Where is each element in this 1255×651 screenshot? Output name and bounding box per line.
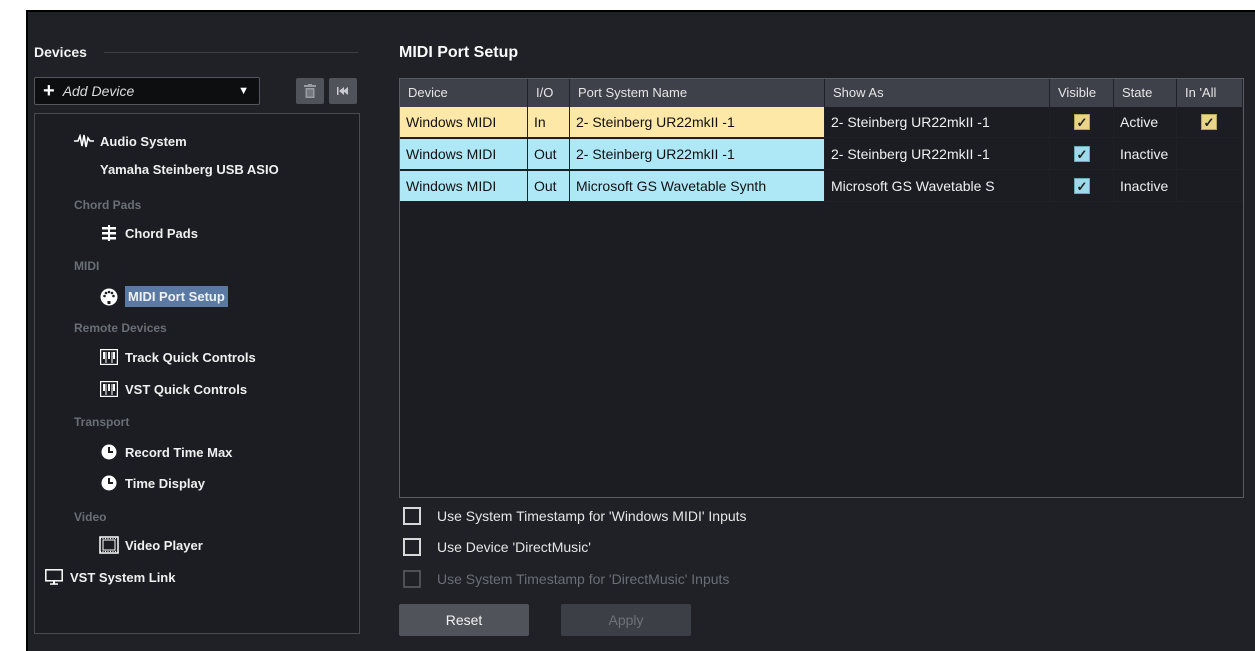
tree-item-label: Record Time Max xyxy=(125,444,233,460)
column-header[interactable]: Device xyxy=(400,79,528,107)
midi-port-setup-title: MIDI Port Setup xyxy=(399,44,519,61)
dropdown-arrow-icon: ▼ xyxy=(238,85,249,97)
column-header[interactable]: Show As xyxy=(825,79,1050,107)
devices-title: Devices xyxy=(34,44,87,60)
cell-state: Inactive xyxy=(1114,139,1177,170)
option-label: Use System Timestamp for 'DirectMusic' I… xyxy=(437,571,730,587)
tree-item[interactable]: Yamaha Steinberg USB ASIO xyxy=(100,162,279,177)
tree-category: Video xyxy=(74,510,107,524)
cell-port: Microsoft GS Wavetable Synth xyxy=(570,171,825,202)
cell-device: Windows MIDI xyxy=(400,171,528,202)
tree-item[interactable]: Record Time Max xyxy=(99,443,232,461)
midi-plug-icon xyxy=(99,288,119,306)
tree-item-label: Time Display xyxy=(125,475,205,491)
plus-icon: + xyxy=(43,80,55,102)
monitor-icon xyxy=(44,568,64,586)
film-icon xyxy=(99,536,119,554)
option-label: Use Device 'DirectMusic' xyxy=(437,539,591,555)
column-header[interactable]: Port System Name xyxy=(570,79,825,107)
column-header[interactable]: State xyxy=(1114,79,1177,107)
table-row[interactable]: Windows MIDI Out Microsoft GS Wavetable Sy… xyxy=(400,171,1243,203)
audio-wave-icon xyxy=(74,132,94,150)
column-header[interactable]: I/O xyxy=(528,79,570,107)
tree-item-label: Audio System xyxy=(100,133,187,149)
tree-item-label: VST Quick Controls xyxy=(125,381,248,397)
device-tree xyxy=(34,113,360,634)
keyboard-icon xyxy=(99,380,119,398)
visible-checkbox[interactable]: ✓ xyxy=(1074,178,1090,194)
tree-item[interactable]: Track Quick Controls xyxy=(99,348,256,366)
cell-port: 2- Steinberg UR22mkII -1 xyxy=(570,139,825,170)
column-header[interactable]: Visible xyxy=(1050,79,1114,107)
cell-visible: ✓ xyxy=(1050,107,1114,138)
in-all-midi-checkbox[interactable]: ✓ xyxy=(1201,114,1217,130)
trash-icon xyxy=(304,84,316,98)
tree-category: Chord Pads xyxy=(74,198,142,212)
tree-item-label: Chord Pads xyxy=(125,225,198,241)
table-header: Device I/O Port System Name Show As Visible S… xyxy=(400,79,1243,128)
cell-show-as[interactable]: 2- Steinberg UR22mkII -1 xyxy=(825,139,1050,170)
tree-item-label: Track Quick Controls xyxy=(125,349,256,365)
cell-state: Inactive xyxy=(1114,171,1177,202)
skip-back-icon xyxy=(337,87,348,95)
option-checkbox-row: Use System Timestamp for 'DirectMusic' I… xyxy=(403,570,729,588)
visible-checkbox[interactable]: ✓ xyxy=(1074,146,1090,162)
delete-device-button[interactable] xyxy=(296,78,324,104)
tree-item[interactable]: Video Player xyxy=(99,536,203,554)
option-label: Use System Timestamp for 'Windows MIDI' … xyxy=(437,508,747,524)
add-device-dropdown[interactable]: + Add Device ▼ xyxy=(34,77,260,105)
reset-device-button[interactable] xyxy=(329,78,357,104)
clock-icon xyxy=(99,474,119,492)
chord-pads-icon xyxy=(99,224,119,242)
cell-show-as[interactable]: Microsoft GS Wavetable S xyxy=(825,171,1050,202)
cell-in-all-midi xyxy=(1177,171,1243,202)
cell-io: Out xyxy=(528,171,570,202)
option-checkbox-row[interactable]: Use System Timestamp for 'Windows MIDI' … xyxy=(403,507,747,525)
devices-divider xyxy=(104,52,358,53)
tree-item[interactable]: Audio System xyxy=(74,132,187,150)
tree-item[interactable]: Chord Pads xyxy=(99,224,198,242)
cell-visible: ✓ xyxy=(1050,139,1114,170)
cell-io: In xyxy=(528,107,570,138)
table-row[interactable]: Windows MIDI Out 2- Steinberg UR22mkII -1 2… xyxy=(400,139,1243,171)
cell-visible: ✓ xyxy=(1050,171,1114,202)
column-header[interactable]: In 'All MIDI xyxy=(1177,79,1243,128)
cell-in-all-midi xyxy=(1177,139,1243,170)
visible-checkbox[interactable]: ✓ xyxy=(1074,114,1090,130)
cell-device: Windows MIDI xyxy=(400,139,528,170)
checkbox[interactable] xyxy=(403,507,421,525)
cell-io: Out xyxy=(528,139,570,170)
tree-item[interactable]: VST Quick Controls xyxy=(99,380,247,398)
tree-category: Transport xyxy=(74,415,130,429)
cell-show-as[interactable]: 2- Steinberg UR22mkII -1 xyxy=(825,107,1050,138)
cell-device: Windows MIDI xyxy=(400,107,528,138)
table-row[interactable]: Windows MIDI In 2- Steinberg UR22mkII -1 2-… xyxy=(400,107,1243,139)
tree-item[interactable]: Time Display xyxy=(99,474,205,492)
tree-item[interactable]: VST System Link xyxy=(44,568,175,586)
apply-button[interactable]: Apply xyxy=(561,604,691,636)
midi-port-table: Device I/O Port System Name Show As Visible S… xyxy=(399,78,1244,498)
tree-category: Remote Devices xyxy=(74,321,167,335)
tree-item-label: MIDI Port Setup xyxy=(125,286,228,307)
cell-port: 2- Steinberg UR22mkII -1 xyxy=(570,107,825,138)
option-checkbox-row[interactable]: Use Device 'DirectMusic' xyxy=(403,538,591,556)
checkbox[interactable] xyxy=(403,538,421,556)
cell-state: Active xyxy=(1114,107,1177,138)
reset-button[interactable]: Reset xyxy=(399,604,529,636)
tree-item-label: Video Player xyxy=(125,537,203,553)
tree-item-label: VST System Link xyxy=(70,569,176,585)
cell-in-all-midi: ✓ xyxy=(1177,107,1243,138)
tree-category: MIDI xyxy=(74,259,100,273)
checkbox xyxy=(403,570,421,588)
tree-item-label: Yamaha Steinberg USB ASIO xyxy=(100,162,279,177)
tree-item[interactable]: MIDI Port Setup xyxy=(99,286,228,307)
clock-icon xyxy=(99,443,119,461)
keyboard-icon xyxy=(99,348,119,366)
add-device-label: Add Device xyxy=(62,83,135,99)
